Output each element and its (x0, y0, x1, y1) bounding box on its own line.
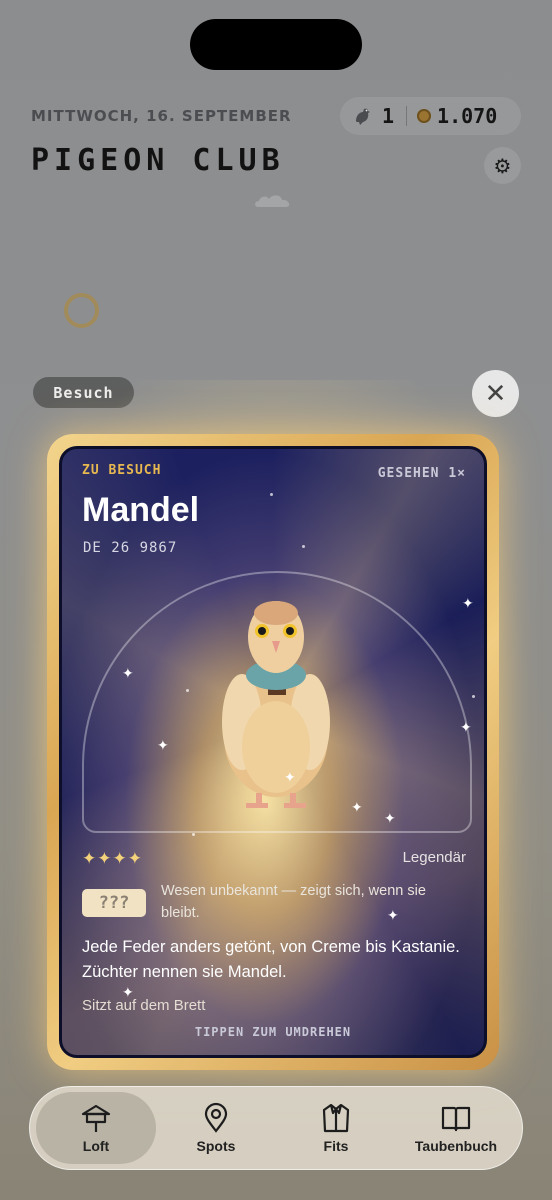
tab-label: Spots (196, 1138, 236, 1154)
rating-stars: ✦✦✦✦ (82, 849, 143, 869)
seen-count: GESEHEN 1× (377, 466, 466, 481)
ring-id: DE 26 9867 (83, 540, 178, 556)
tab-label: Fits (323, 1138, 349, 1154)
map-pin-icon (204, 1102, 228, 1133)
coin-icon (417, 109, 432, 123)
tab-loft[interactable]: Loft (36, 1092, 156, 1164)
app-title: PIGEON CLUB (31, 143, 285, 178)
pigeon-illustration (222, 601, 330, 808)
tab-label: Loft (82, 1138, 110, 1154)
star-dot (302, 545, 305, 548)
sparkle-icon: ✦ (387, 908, 399, 924)
cloud-decoration (255, 195, 290, 207)
stats-bar[interactable]: 1 1.070 (340, 97, 521, 135)
close-icon: ✕ (484, 378, 507, 409)
dynamic-island (190, 19, 362, 70)
sparkle-icon: ✦ (157, 738, 169, 754)
rarity-label: Legendär (402, 849, 466, 866)
flip-hint: TIPPEN ZUM UMDREHEN (194, 1025, 352, 1039)
sparkle-icon: ✦ (122, 666, 134, 682)
coin-balance: 1.070 (437, 104, 498, 128)
pigeon-description: Jede Feder anders getönt, von Creme bis … (82, 938, 460, 981)
visit-badge: Besuch (33, 377, 134, 408)
star-dot (192, 833, 195, 836)
jacket-icon (322, 1103, 350, 1133)
pigeon-name: Mandel (82, 491, 200, 529)
visit-status: ZU BESUCH (82, 463, 162, 478)
tab-bar: Loft Spots Fits Taubenbuch (29, 1086, 523, 1170)
tab-taubenbuch[interactable]: Taubenbuch (396, 1092, 516, 1164)
perch-location: Sitzt auf dem Brett (82, 997, 206, 1014)
tab-label: Taubenbuch (414, 1138, 498, 1154)
sparkle-icon: ✦ (384, 811, 396, 827)
pigeon-card[interactable]: ZU BESUCH GESEHEN 1× Mandel DE 26 9867 ✦… (59, 446, 487, 1058)
close-button[interactable]: ✕ (472, 370, 519, 417)
unknown-trait-text: Wesen unbekannt — zeigt sich, wenn sie b… (161, 883, 426, 921)
star-dot (472, 695, 475, 698)
tab-fits[interactable]: Fits (276, 1092, 396, 1164)
loft-icon (81, 1104, 111, 1132)
unknown-trait-badge: ??? (82, 889, 146, 917)
sparkle-icon: ✦ (284, 770, 296, 786)
pigeon-count: 1 (382, 104, 395, 128)
sparkle-icon: ✦ (460, 720, 472, 736)
tab-spots[interactable]: Spots (156, 1092, 276, 1164)
sparkle-icon: ✦ (122, 985, 134, 1001)
sparkle-icon: ✦ (462, 596, 474, 612)
star-dot (186, 689, 189, 692)
sparkle-icon: ✦ (351, 800, 363, 816)
gear-icon: ⚙ (493, 153, 512, 178)
current-date: MITTWOCH, 16. SEPTEMBER (31, 107, 292, 125)
settings-button[interactable]: ⚙ (484, 147, 521, 184)
gold-ring-decoration (64, 293, 99, 328)
star-dot (270, 493, 273, 496)
stats-divider (406, 106, 408, 126)
pigeon-icon (352, 105, 374, 127)
book-icon (441, 1106, 471, 1132)
